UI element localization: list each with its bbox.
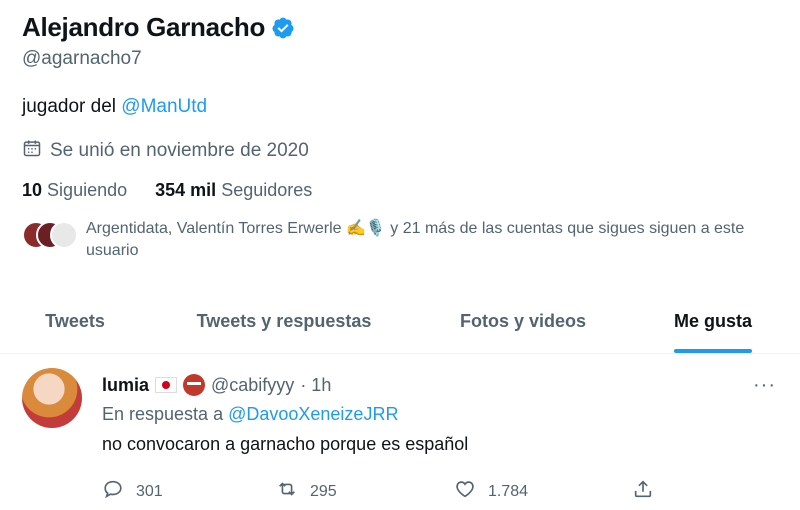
tab-likes[interactable]: Me gusta xyxy=(628,290,798,353)
like-button[interactable]: 1.784 xyxy=(454,478,632,505)
tweet-timestamp[interactable]: · 1h xyxy=(300,375,331,396)
tab-tweets-replies[interactable]: Tweets y respuestas xyxy=(150,290,418,353)
tab-label: Fotos y videos xyxy=(459,311,587,331)
following-label: Siguiendo xyxy=(47,180,128,200)
share-button[interactable] xyxy=(632,478,654,505)
tweet-author-handle[interactable]: @cabifyyy xyxy=(211,375,294,396)
profile-stats: 10 Siguiendo 354 mil Seguidores xyxy=(22,180,312,201)
joined-text: Se unió en noviembre de 2020 xyxy=(50,140,309,161)
followers-count: 354 mil xyxy=(155,180,217,200)
followers-you-know-text: Argentidata, Valentín Torres Erwerle ✍️🎙… xyxy=(86,220,745,259)
tab-media[interactable]: Fotos y videos xyxy=(418,290,628,353)
profile-handle: @agarnacho7 xyxy=(22,48,142,69)
profile-name: Alejandro Garnacho xyxy=(22,12,266,42)
tweet-header: lumia @cabifyyy · 1h xyxy=(102,374,331,396)
tweet-author-name[interactable]: lumia xyxy=(102,375,149,396)
calendar-icon xyxy=(22,138,42,164)
bio-mention-link[interactable]: @ManUtd xyxy=(121,96,207,117)
tab-label-wrap: Me gusta xyxy=(673,290,752,353)
tab-label: Me gusta xyxy=(673,311,752,331)
followers-link[interactable]: 354 mil Seguidores xyxy=(155,180,312,201)
reply-prefix: En respuesta a xyxy=(102,404,229,424)
following-link[interactable]: 10 Siguiendo xyxy=(22,180,127,201)
follower-avatars xyxy=(22,221,78,251)
reply-context: En respuesta a @DavooXeneizeJRR xyxy=(102,404,398,425)
following-count: 10 xyxy=(22,180,43,200)
share-icon xyxy=(632,478,654,505)
avatar xyxy=(50,221,78,249)
reply-button[interactable]: 301 xyxy=(102,478,276,505)
tab-label: Tweets y respuestas xyxy=(196,311,372,331)
reply-count: 301 xyxy=(136,482,163,500)
japan-flag-icon xyxy=(155,377,178,393)
more-options-icon[interactable]: ··· xyxy=(753,374,776,397)
verified-badge-icon[interactable] xyxy=(271,16,295,40)
heart-icon xyxy=(454,478,476,505)
tab-tweets[interactable]: Tweets xyxy=(0,290,150,353)
joined-date: Se unió en noviembre de 2020 xyxy=(22,138,309,164)
profile-tabs: Tweets Tweets y respuestas Fotos y video… xyxy=(0,290,800,354)
reply-icon xyxy=(102,478,124,505)
tab-label: Tweets xyxy=(45,311,105,331)
profile-bio: jugador del @ManUtd xyxy=(22,96,207,118)
followers-you-know[interactable]: Argentidata, Valentín Torres Erwerle ✍️🎙… xyxy=(22,218,778,262)
ogre-mask-icon xyxy=(183,374,206,396)
retweet-count: 295 xyxy=(310,482,337,500)
tweet-actions: 301 295 1.784 xyxy=(102,478,654,505)
tweet-text: no convocaron a garnacho porque es españ… xyxy=(102,434,469,454)
name-row: Alejandro Garnacho xyxy=(22,12,295,43)
avatar[interactable] xyxy=(22,368,82,428)
retweet-button[interactable]: 295 xyxy=(276,478,454,505)
reply-mention-link[interactable]: @DavooXeneizeJRR xyxy=(228,404,398,424)
tweet[interactable]: lumia @cabifyyy · 1h ··· En respuesta a … xyxy=(0,354,800,510)
bio-text: jugador del xyxy=(22,96,122,117)
followers-label: Seguidores xyxy=(221,180,313,200)
retweet-icon xyxy=(276,478,298,505)
active-tab-indicator xyxy=(673,349,752,353)
like-count: 1.784 xyxy=(488,482,529,500)
